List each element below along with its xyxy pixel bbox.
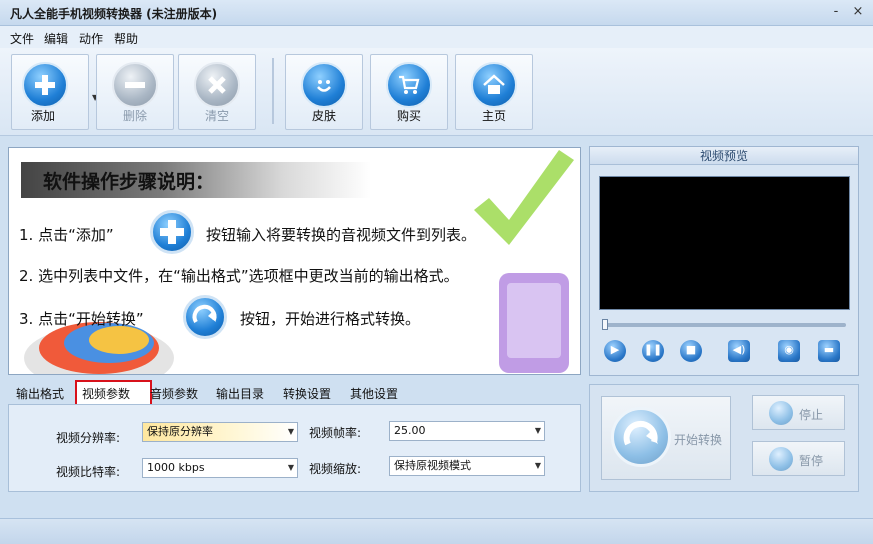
- step-1-text-b: 按钮输入将要转换的音视频文件到列表。: [206, 226, 477, 244]
- resolution-label: 视频分辨率:: [56, 431, 121, 445]
- instruction-banner: 软件操作步骤说明： 1. 点击“添加” 按钮输入将要转换的音视频文件到列表。 2…: [8, 147, 581, 375]
- step-1-text-a: 1. 点击“添加”: [19, 226, 114, 244]
- plus-icon: [22, 62, 68, 108]
- buy-label: 购买: [396, 109, 421, 123]
- title-bar: 凡人全能手机视频转换器 (未注册版本) - ×: [0, 0, 873, 26]
- minimize-button[interactable]: -: [828, 4, 844, 20]
- folder-icon: ▬: [823, 343, 835, 356]
- refresh-icon: [183, 295, 227, 339]
- home-label: 主页: [481, 109, 506, 123]
- framerate-select[interactable]: 25.00 ▼: [389, 421, 545, 441]
- camera-icon: ◉: [784, 343, 794, 356]
- stop-convert-button[interactable]: 停止: [752, 395, 845, 430]
- start-convert-button[interactable]: 开始转换: [601, 396, 731, 480]
- close-button[interactable]: ×: [850, 4, 866, 20]
- speaker-icon: ◀): [732, 343, 746, 356]
- start-convert-label: 开始转换: [674, 433, 723, 447]
- stop-icon: [769, 401, 793, 425]
- pause-icon: ❚❚: [643, 343, 663, 356]
- checkmark-decoration-icon: [474, 150, 574, 245]
- stop-button[interactable]: ■: [680, 340, 702, 362]
- toolbar: ▼ 添加 删除 清空 皮肤 购买 主页: [0, 48, 873, 136]
- menu-action[interactable]: 动作: [79, 30, 103, 47]
- tab-other-settings[interactable]: 其他设置: [350, 385, 398, 402]
- banner-heading: 软件操作步骤说明：: [43, 171, 215, 193]
- step-2: 2. 选中列表中文件，在“输出格式”选项框中更改当前的输出格式。: [19, 265, 459, 286]
- home-icon: [471, 62, 517, 108]
- step-3-text-a: 3. 点击“开始转换”: [19, 310, 144, 328]
- resolution-value: 保持原分辨率: [147, 425, 213, 438]
- clear-label: 清空: [204, 109, 229, 123]
- play-icon: ▶: [610, 343, 620, 356]
- menu-help[interactable]: 帮助: [114, 30, 138, 47]
- tab-output-dir[interactable]: 输出目录: [216, 385, 264, 402]
- close-icon: [194, 62, 240, 108]
- step-2-text: 2. 选中列表中文件，在“输出格式”选项框中更改当前的输出格式。: [19, 267, 459, 285]
- status-bar: [0, 518, 873, 544]
- menu-file[interactable]: 文件: [10, 30, 34, 47]
- delete-button[interactable]: 删除: [96, 54, 174, 130]
- add-button[interactable]: ▼ 添加: [11, 54, 98, 130]
- bitrate-select[interactable]: 1000 kbps ▼: [142, 458, 298, 478]
- step-3-text-b: 按钮，开始进行格式转换。: [240, 310, 421, 328]
- framerate-value: 25.00: [394, 424, 426, 437]
- plus-icon: [150, 210, 194, 254]
- tab-audio-params[interactable]: 音频参数: [150, 385, 198, 402]
- chevron-down-icon: ▼: [534, 426, 541, 435]
- buy-button[interactable]: 购买: [370, 54, 448, 130]
- home-button[interactable]: 主页: [455, 54, 533, 130]
- preview-title: 视频预览: [590, 147, 858, 165]
- chevron-down-icon: ▼: [287, 463, 294, 472]
- cart-icon: [386, 62, 432, 108]
- video-screen: [599, 176, 850, 310]
- seek-handle[interactable]: [602, 319, 608, 330]
- video-preview-panel: 视频预览 ▶ ❚❚ ■ ◀) ◉ ▬: [589, 146, 859, 376]
- skin-button[interactable]: 皮肤: [285, 54, 363, 130]
- video-params-panel: 视频分辨率: 保持原分辨率 ▼ 视频帧率: 25.00 ▼ 视频比特率: 100…: [8, 404, 581, 492]
- delete-label: 删除: [122, 109, 147, 123]
- step-1-b: 按钮输入将要转换的音视频文件到列表。: [206, 224, 476, 245]
- add-label: 添加: [30, 109, 55, 123]
- pause-button[interactable]: ❚❚: [642, 340, 664, 362]
- scale-label: 视频缩放:: [309, 462, 362, 476]
- minus-icon: [112, 62, 158, 108]
- scale-value: 保持原视频模式: [394, 459, 471, 472]
- pause-convert-label: 暂停: [799, 454, 824, 468]
- chevron-down-icon: ▼: [534, 461, 541, 470]
- menu-bar: 文件 编辑 动作 帮助: [0, 26, 873, 48]
- tab-output-format[interactable]: 输出格式: [16, 385, 64, 402]
- chevron-down-icon: ▼: [287, 427, 294, 436]
- pause-convert-button[interactable]: 暂停: [752, 441, 845, 476]
- tab-convert-settings[interactable]: 转换设置: [283, 385, 331, 402]
- open-folder-button[interactable]: ▬: [818, 340, 840, 362]
- toolbar-separator: [272, 58, 274, 124]
- stop-icon: ■: [685, 343, 697, 356]
- stop-convert-label: 停止: [799, 408, 824, 422]
- skin-label: 皮肤: [311, 109, 336, 123]
- tab-video-params[interactable]: 视频参数: [82, 385, 130, 402]
- phone-decoration-icon: [499, 273, 569, 373]
- step-3-b: 按钮，开始进行格式转换。: [240, 308, 420, 329]
- pause-icon: [769, 447, 793, 471]
- bitrate-value: 1000 kbps: [147, 461, 205, 474]
- menu-edit[interactable]: 编辑: [44, 30, 68, 47]
- scale-select[interactable]: 保持原视频模式 ▼: [389, 456, 545, 476]
- seek-bar[interactable]: [604, 323, 846, 327]
- window-title: 凡人全能手机视频转换器 (未注册版本): [10, 7, 218, 21]
- resolution-select[interactable]: 保持原分辨率 ▼: [142, 422, 298, 442]
- settings-tabs: 输出格式 视频参数 音频参数 输出目录 转换设置 其他设置: [8, 379, 581, 403]
- play-button[interactable]: ▶: [604, 340, 626, 362]
- volume-button[interactable]: ◀): [728, 340, 750, 362]
- snapshot-button[interactable]: ◉: [778, 340, 800, 362]
- ring-decoration-icon: [24, 322, 174, 374]
- bitrate-label: 视频比特率:: [56, 465, 121, 479]
- smiley-icon: [301, 62, 347, 108]
- clear-button[interactable]: 清空: [178, 54, 256, 130]
- refresh-icon: [611, 407, 671, 467]
- framerate-label: 视频帧率:: [309, 426, 362, 440]
